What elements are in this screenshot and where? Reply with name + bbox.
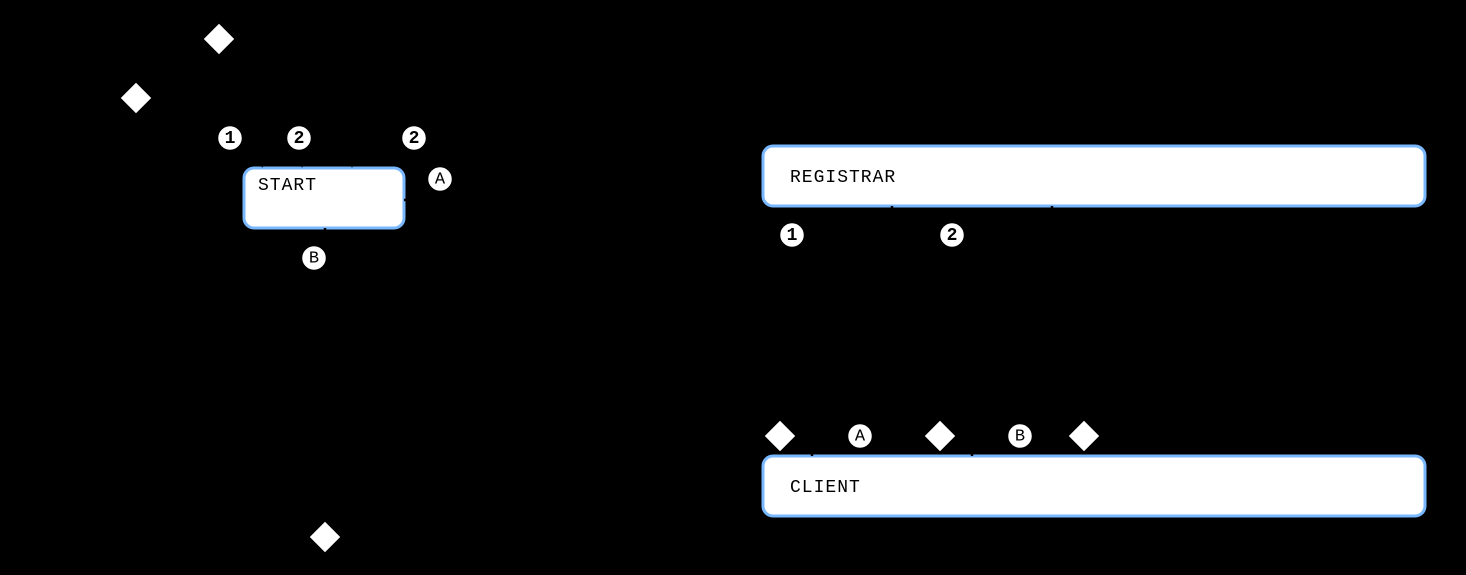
- lane-client: CLIENT: [763, 456, 1425, 516]
- svg-text:1: 1: [225, 129, 236, 149]
- lane-registrar-label: REGISTRAR: [790, 168, 896, 188]
- state-node-start-label: START: [258, 176, 317, 196]
- lane-registrar: REGISTRAR: [763, 146, 1425, 206]
- event-diamond-topleft: [202, 22, 236, 56]
- badge-b: B: [301, 245, 327, 271]
- svg-text:A: A: [855, 428, 866, 447]
- edge-1: [150, 102, 262, 166]
- event-diamond-msgB-end: [1067, 419, 1101, 453]
- lane-client-label: CLIENT: [790, 478, 861, 498]
- svg-text:1: 1: [787, 226, 798, 246]
- badge-seq-b: B: [1007, 423, 1033, 449]
- state-node-start: START: [244, 168, 404, 228]
- event-diamond-left: [119, 81, 153, 115]
- state-diagram-left: START 1 2: [119, 22, 458, 554]
- badge-a: A: [427, 166, 453, 192]
- badge-seq-a: A: [847, 423, 873, 449]
- badge-2-right: 2: [401, 125, 427, 151]
- svg-text:2: 2: [947, 226, 958, 246]
- sequence-diagram-right: REGISTRAR CLIENT 1: [763, 146, 1425, 516]
- badge-seq-1: 1: [779, 222, 805, 248]
- svg-text:2: 2: [409, 129, 420, 149]
- event-diamond-msg1: [763, 419, 797, 453]
- badge-1: 1: [217, 125, 243, 151]
- svg-text:A: A: [435, 171, 446, 190]
- badge-2-left: 2: [286, 125, 312, 151]
- svg-text:B: B: [1015, 428, 1025, 447]
- svg-text:2: 2: [294, 129, 305, 149]
- svg-text:B: B: [309, 250, 319, 269]
- event-diamond-msg2: [923, 419, 957, 453]
- event-diamond-bottom: [308, 520, 342, 554]
- badge-seq-2: 2: [939, 222, 965, 248]
